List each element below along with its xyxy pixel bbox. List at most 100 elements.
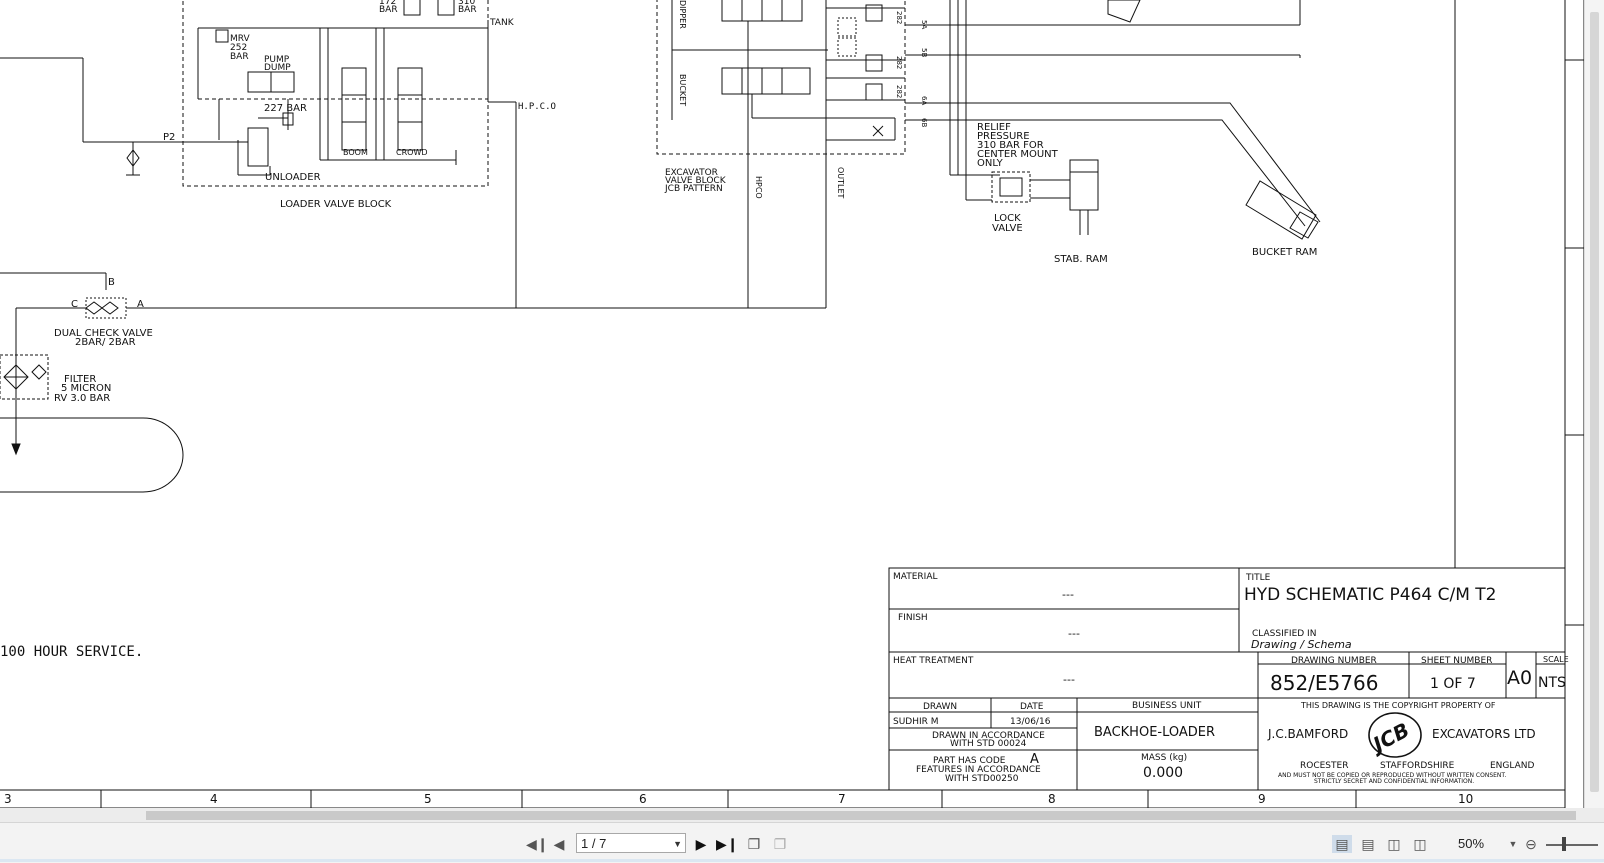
label-172-bar-2: BAR: [379, 5, 398, 15]
port-282-b: 282: [895, 56, 903, 69]
port-5a: 5A: [920, 20, 928, 29]
zone-col-4: 4: [210, 792, 218, 806]
port-5b: 5B: [920, 48, 928, 57]
material-value: ---: [1062, 588, 1074, 601]
label-dcv-a: A: [137, 299, 144, 310]
go-back-view-icon[interactable]: ❐: [744, 835, 764, 853]
label-mrv-3: BAR: [230, 52, 249, 62]
mass-value: 0.000: [1143, 765, 1183, 781]
first-page-icon[interactable]: ◀❙: [526, 835, 549, 853]
label-crowd: CROWD: [396, 148, 428, 157]
service-note: 100 HOUR SERVICE.: [0, 644, 143, 660]
address-town: ROCESTER: [1300, 761, 1348, 771]
zoom-level[interactable]: 50%: [1458, 836, 1484, 851]
hydraulic-schematic: JCB 172 BAR 310 BAR TANK MRV 252 BAR PUM…: [0, 0, 1584, 808]
horizontal-scrollbar[interactable]: [0, 808, 1604, 822]
zone-col-5: 5: [424, 792, 432, 806]
sheet-number-label: SHEET NUMBER: [1421, 656, 1492, 666]
zone-col-7: 7: [838, 792, 846, 806]
vertical-scrollbar[interactable]: [1584, 0, 1604, 808]
mass-label: MASS (kg): [1141, 753, 1187, 763]
chevron-down-icon[interactable]: ▼: [673, 834, 682, 854]
port-282-c: 282: [895, 85, 903, 98]
sheet-size: A0: [1507, 667, 1532, 689]
port-6b: 6B: [920, 118, 928, 127]
label-dual-check-valve-2: 2BAR/ 2BAR: [75, 337, 136, 348]
continuous-facing-view-icon[interactable]: ◫: [1410, 835, 1430, 853]
label-boom: BOOM: [343, 148, 368, 157]
scale-label: SCALE: [1543, 655, 1569, 664]
label-pump-dump-2: DUMP: [264, 63, 291, 73]
label-dcv-b: B: [108, 277, 115, 288]
zone-col-9: 9: [1258, 792, 1266, 806]
copyright-note: THIS DRAWING IS THE COPYRIGHT PROPERTY O…: [1300, 701, 1496, 710]
label-outlet: OUTLET: [836, 167, 845, 199]
disclaimer-2: STRICTLY SECRET AND CONFIDENTIAL INFORMA…: [1314, 778, 1474, 785]
previous-page-icon[interactable]: ◀: [552, 835, 566, 853]
port-6a: 6A: [920, 96, 928, 105]
business-unit-label: BUSINESS UNIT: [1132, 701, 1202, 711]
zoom-menu-chevron-icon[interactable]: ▼: [1508, 835, 1518, 853]
jcb-logo: JCB: [1366, 712, 1422, 758]
horizontal-scroll-thumb[interactable]: [146, 811, 1576, 820]
company-right: EXCAVATORS LTD: [1432, 727, 1536, 741]
address-country: ENGLAND: [1490, 761, 1535, 771]
zoom-out-icon[interactable]: ⊖: [1522, 835, 1540, 853]
label-hpco: H.P.C.O: [518, 102, 556, 112]
zoom-slider-thumb[interactable]: [1562, 837, 1566, 851]
label-lock-valve-2: VALVE: [992, 223, 1023, 234]
zone-col-8: 8: [1048, 792, 1056, 806]
label-unloader: UNLOADER: [265, 172, 321, 183]
label-310-bar-2: BAR: [458, 5, 477, 15]
label-excavator-vb-3: JCB PATTERN: [664, 184, 723, 194]
drawing-sheet: JCB 172 BAR 310 BAR TANK MRV 252 BAR PUM…: [0, 0, 1604, 808]
classified-value: Drawing / Schema: [1251, 638, 1352, 651]
viewer-toolbar: ◀❙ ◀ 1 / 7 ▼ ▶ ▶❙ ❐ ❐ ▤ ▤ ◫ ◫ 50% ▼ ⊖: [0, 822, 1604, 863]
heat-treatment-label: HEAT TREATMENT: [893, 656, 974, 666]
part-code-3: WITH STD00250: [945, 774, 1019, 784]
facing-view-icon[interactable]: ◫: [1384, 835, 1404, 853]
date-value: 13/06/16: [1010, 717, 1051, 727]
drawing-number: 852/E5766: [1270, 671, 1378, 695]
label-p2: P2: [163, 132, 175, 143]
label-dipper: DIPPER: [678, 0, 687, 29]
page-number-input[interactable]: 1 / 7 ▼: [576, 833, 686, 853]
label-bucket: BUCKET: [678, 74, 687, 106]
last-page-icon[interactable]: ▶❙: [716, 835, 739, 853]
date-label: DATE: [1020, 702, 1044, 712]
label-227-bar: 227 BAR: [264, 103, 307, 114]
go-forward-view-icon[interactable]: ❐: [770, 835, 790, 853]
label-filter-3: RV 3.0 BAR: [54, 393, 110, 404]
finish-label: FINISH: [898, 613, 928, 623]
label-bucket-ram: BUCKET RAM: [1252, 247, 1317, 258]
drawn-label: DRAWN: [923, 702, 957, 712]
address-county: STAFFORDSHIRE: [1380, 761, 1455, 771]
company-left: J.C.BAMFORD: [1267, 727, 1348, 741]
label-relief-5: ONLY: [977, 158, 1004, 169]
finish-value: ---: [1068, 627, 1080, 640]
drawing-number-label: DRAWING NUMBER: [1291, 656, 1377, 666]
scale-value: NTS: [1538, 675, 1566, 691]
title-label: TITLE: [1245, 573, 1271, 583]
drawn-value: SUDHIR M: [893, 717, 939, 727]
zone-col-3: 3: [4, 792, 12, 806]
drawing-title: HYD SCHEMATIC P464 C/M T2: [1244, 585, 1496, 605]
label-tank: TANK: [489, 18, 515, 28]
label-hpco-vertical: HPCO: [754, 176, 763, 199]
next-page-icon[interactable]: ▶: [694, 835, 708, 853]
zone-col-6: 6: [639, 792, 647, 806]
single-page-view-icon[interactable]: ▤: [1332, 835, 1352, 853]
heat-treatment-value: ---: [1063, 673, 1075, 686]
zone-col-10: 10: [1458, 792, 1473, 806]
material-label: MATERIAL: [893, 572, 938, 582]
zoom-slider-track[interactable]: [1546, 844, 1598, 846]
continuous-view-icon[interactable]: ▤: [1358, 835, 1378, 853]
page-number-value: 1 / 7: [581, 836, 607, 851]
vertical-scroll-thumb[interactable]: [1590, 12, 1599, 792]
label-stab-ram: STAB. RAM: [1054, 254, 1108, 265]
label-dcv-c: C: [71, 299, 78, 310]
std-note-2: WITH STD 00024: [950, 739, 1027, 749]
port-282-a: 282: [895, 11, 903, 24]
business-unit-value: BACKHOE-LOADER: [1094, 725, 1215, 740]
label-loader-valve-block: LOADER VALVE BLOCK: [280, 199, 392, 210]
